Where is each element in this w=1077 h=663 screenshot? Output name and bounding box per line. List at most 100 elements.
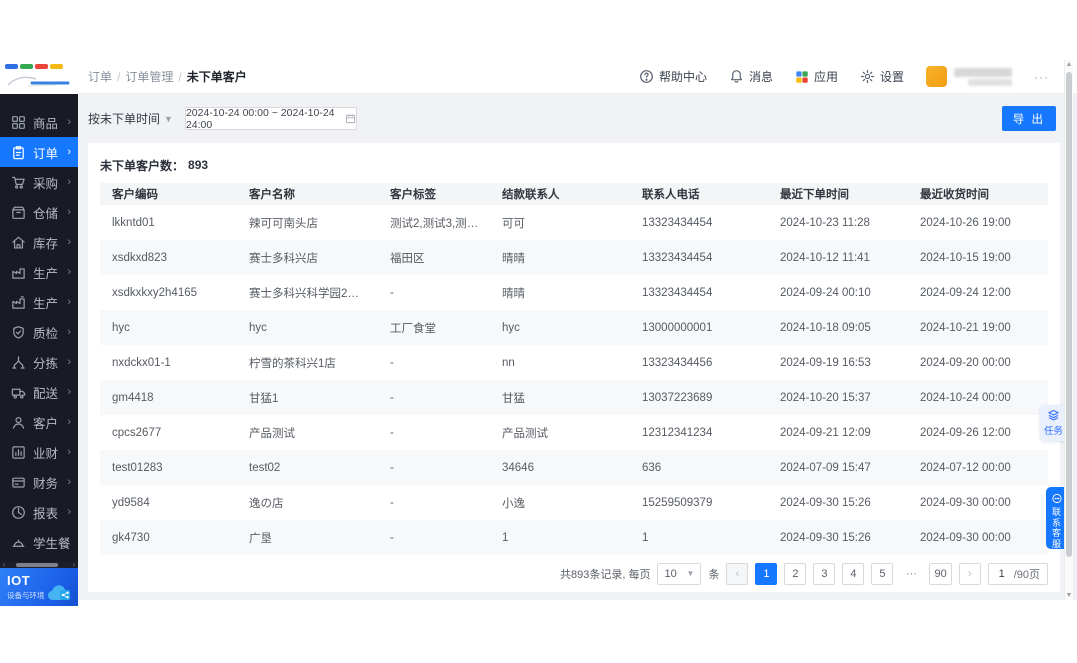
table-row[interactable]: xsdkxkxy2h4165 赛士多科兴科学园2号1... - 晴晴 13323…	[100, 275, 1048, 310]
topbar-action[interactable]: 设置	[860, 68, 904, 85]
date-range-input[interactable]: 2024-10-24 00:00 ~ 2024-10-24 24:00	[184, 107, 357, 131]
purchase-icon	[11, 175, 26, 190]
chevron-right-icon: ›	[67, 475, 71, 488]
table-row[interactable]: test01283 test02 - 34646 636 2024-07-09 …	[100, 450, 1048, 485]
sidebar-item[interactable]: 订单 ›	[0, 137, 78, 167]
user-chip[interactable]	[926, 66, 1012, 87]
cell-contact-phone: 1	[642, 531, 649, 544]
topbar-action[interactable]: 消息	[729, 68, 773, 85]
order-icon	[11, 145, 26, 160]
cell-customer-name: 柠雪的茶科兴1店	[249, 357, 336, 370]
sidebar-item[interactable]: 报表 ›	[0, 497, 78, 527]
sidebar-item-label: 订单	[33, 146, 59, 161]
page-button[interactable]: 90	[929, 562, 952, 585]
cell-customer-name: hyc	[249, 321, 267, 334]
sidebar-item[interactable]: 学生餐 ›	[0, 527, 78, 557]
sidebar-item[interactable]: 客户 ›	[0, 407, 78, 437]
next-page-button[interactable]: ›	[958, 562, 981, 585]
column-header: 客户编码	[100, 183, 237, 205]
main-vertical-scrollbar[interactable]: ▲ ▼	[1064, 60, 1073, 600]
chevron-right-icon: ›	[67, 235, 71, 248]
breadcrumb-order[interactable]: 订单	[88, 68, 112, 85]
scroll-down-icon[interactable]: ▼	[1065, 592, 1073, 599]
sidebar-item[interactable]: 配送 ›	[0, 377, 78, 407]
sidebar-item[interactable]: 商品 ›	[0, 107, 78, 137]
sidebar-item[interactable]: 生产 ›	[0, 287, 78, 317]
filter-bar: 按未下单时间 ▼ 2024-10-24 00:00 ~ 2024-10-24 2…	[78, 94, 1077, 143]
breadcrumb-separator: /	[117, 69, 121, 84]
export-button[interactable]: 导 出	[1001, 106, 1056, 131]
task-float-button[interactable]: 任务	[1040, 405, 1067, 441]
topbar-action[interactable]: 应用	[795, 68, 838, 85]
table-row[interactable]: cpcs2677 产品测试 - 产品测试 12312341234 2024-09…	[100, 415, 1048, 450]
scrollbar-thumb[interactable]	[1066, 72, 1072, 557]
sidebar-item[interactable]: 生产 ›	[0, 257, 78, 287]
cell-last-receive-time: 2024-10-21 19:00	[920, 321, 1011, 334]
cell-contact-phone: 15259509379	[642, 496, 713, 509]
cell-customer-tag: -	[390, 461, 394, 474]
table-row[interactable]: gm4418 甘猛1 - 甘猛 13037223689 2024-10-20 1…	[100, 380, 1048, 415]
cell-customer-tag: -	[390, 286, 394, 299]
column-header: 客户标签	[378, 183, 490, 205]
page-button[interactable]: 2	[784, 562, 807, 585]
cell-customer-code: test01283	[112, 461, 163, 474]
page-button[interactable]: 1	[755, 562, 778, 585]
page-jump-input[interactable]: 1 /90页	[987, 562, 1048, 585]
sidebar-item-label: 报表	[33, 506, 59, 521]
sidebar-item-label: 生产	[33, 296, 59, 311]
page-button[interactable]: ⋯	[900, 563, 922, 585]
sidebar-item[interactable]: 质检 ›	[0, 317, 78, 347]
cell-last-receive-time: 2024-09-20 00:00	[920, 356, 1011, 369]
sidebar-item-label: 配送	[33, 386, 59, 401]
sidebar-item[interactable]: 采购 ›	[0, 167, 78, 197]
scroll-up-icon[interactable]: ▲	[1065, 61, 1073, 68]
table-row[interactable]: xsdkxd823 赛士多科兴店 福田区 晴晴 13323434454 2024…	[100, 240, 1048, 275]
table-row[interactable]: hyc hyc 工厂食堂 hyc 13000000001 2024-10-18 …	[100, 310, 1048, 345]
avatar[interactable]	[926, 66, 947, 87]
breadcrumb-order-management[interactable]: 订单管理	[125, 68, 173, 85]
sidebar-item[interactable]: 分拣 ›	[0, 347, 78, 377]
chevron-right-icon: ›	[67, 415, 71, 428]
page-button[interactable]: 3	[813, 562, 836, 585]
filter-field-select[interactable]: 按未下单时间 ▼	[88, 110, 173, 127]
table-row[interactable]: nxdckx01-1 柠雪的茶科兴1店 - nn 13323434456 202…	[100, 345, 1048, 380]
table-row[interactable]: yd9584 逸の店 - 小逸 15259509379 2024-09-30 1…	[100, 485, 1048, 520]
topbar-action-label: 设置	[879, 70, 904, 84]
topbar: 订单 / 订单管理 / 未下单客户 帮助中心 消息 应用 设置 ···	[0, 59, 1077, 94]
topbar-action[interactable]: 帮助中心	[639, 68, 707, 85]
layers-icon	[1047, 409, 1060, 421]
cell-customer-tag: -	[390, 426, 394, 439]
delivery-icon	[11, 385, 26, 400]
calendar-icon	[345, 113, 356, 124]
page-size-select[interactable]: 10 ▼	[657, 562, 702, 585]
page-button[interactable]: 4	[842, 562, 865, 585]
filter-field-label: 按未下单时间	[88, 112, 161, 126]
sidebar-item[interactable]: 仓储 ›	[0, 197, 78, 227]
sidebar-item[interactable]: 库存 ›	[0, 227, 78, 257]
table-row[interactable]: lkkntd01 辣可可南头店 测试2,测试3,测试4... 可可 133234…	[100, 205, 1048, 240]
count-label: 未下单客户数：	[100, 158, 185, 173]
cell-customer-name: 赛士多科兴科学园2号1...	[249, 287, 375, 300]
cell-customer-code: gm4418	[112, 391, 154, 404]
table-row[interactable]: gk4730 广垦 - 1 1 2024-09-30 15:26 2024-09…	[100, 520, 1048, 555]
more-menu-icon[interactable]: ···	[1034, 70, 1049, 84]
scrollbar-thumb[interactable]	[16, 563, 58, 567]
cell-customer-tag: 测试2,测试3,测试4...	[390, 217, 490, 230]
cell-customer-code: cpcs2677	[112, 426, 162, 439]
cell-last-order-time: 2024-07-09 15:47	[780, 461, 871, 474]
sidebar-item-label: 生产	[33, 266, 59, 281]
sidebar-item[interactable]: 财务 ›	[0, 467, 78, 497]
cell-settle-contact: 晴晴	[502, 287, 525, 300]
cell-last-order-time: 2024-09-30 15:26	[780, 496, 871, 509]
iot-cloud-icon	[48, 585, 70, 600]
cell-customer-code: gk4730	[112, 531, 150, 544]
iot-widget[interactable]: IOT 设备与环境	[0, 568, 78, 606]
cell-settle-contact: 小逸	[502, 497, 525, 510]
page-button[interactable]: 5	[871, 562, 894, 585]
chevron-right-icon: ›	[67, 385, 71, 398]
sidebar-item[interactable]: 业财 ›	[0, 437, 78, 467]
cell-customer-tag: -	[390, 531, 394, 544]
production2-icon	[11, 295, 26, 310]
inventory-icon	[11, 235, 26, 250]
prev-page-button[interactable]: ‹	[726, 562, 749, 585]
